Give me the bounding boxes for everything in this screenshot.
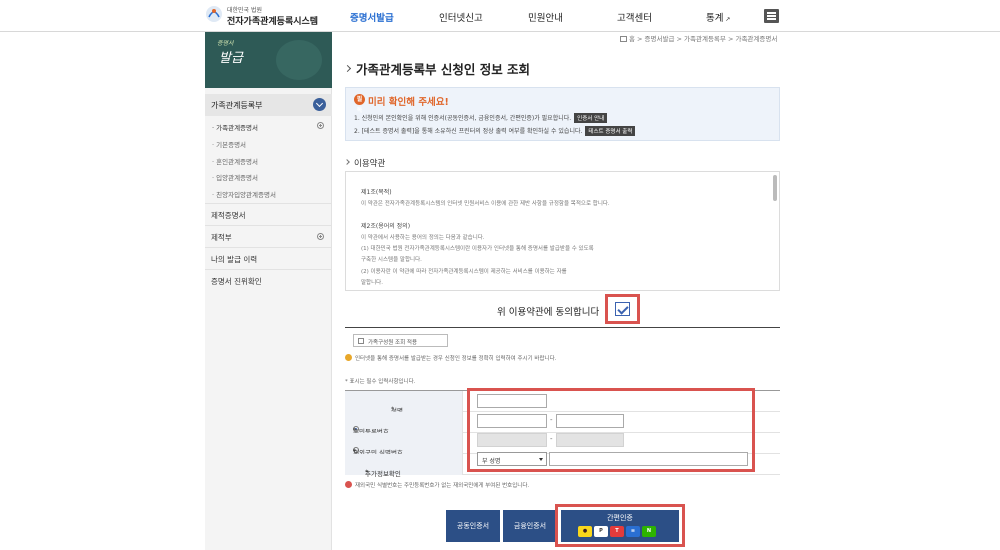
title-chevron-icon — [343, 64, 352, 73]
cert-guide-button[interactable]: 인증서 안내 — [574, 113, 608, 123]
global-nav: 증명서발급 인터넷신고 민원안내 고객센터 통계 ↗ — [330, 0, 780, 32]
foreign-note-text: 재외국민 식별번호는 주민등록번호가 없는 재외국민에게 부여된 번호입니다. — [355, 483, 530, 489]
plus-icon — [317, 233, 324, 240]
terms-paragraph: 이 약관은 전자가족관계등록시스템의 인터넷 민원서비스 이용에 관한 제반 사… — [361, 201, 610, 207]
page-title: 가족관계등록부 신청인 정보 조회 — [356, 62, 531, 77]
site-logo[interactable]: 대한민국 법원 전자가족관계등록시스템 — [205, 3, 325, 29]
agree-highlight — [605, 294, 640, 324]
breadcrumb-text: 홈 > 증명서발급 > 가족관계등록부 > 가족관계증명서 — [629, 35, 778, 43]
joint-cert-button[interactable]: 공동인증서 — [446, 510, 500, 542]
home-icon[interactable] — [620, 36, 627, 42]
notice-line-1-text: 1. 신청인의 본인확인을 위해 인증서(공동인증서, 금융인증서, 간편인증)… — [354, 115, 572, 122]
family-apply-toggle[interactable]: 가족구성원 조회 적용 — [353, 334, 448, 347]
court-emblem-icon — [206, 6, 222, 22]
terms-paragraph: 구축한 시스템을 말합니다. — [361, 257, 422, 263]
plus-icon[interactable] — [317, 122, 324, 129]
terms-section-title: 이용약관 — [345, 157, 385, 169]
sidebar-nav: 가족관계등록부 · 가족관계증명서 · 기본증명서 · 혼인관계증명서 · 입양… — [205, 88, 332, 550]
sidebar-item-label: 증명서 진위확인 — [211, 277, 262, 286]
agree-label: 위 이용약관에 동의합니다 — [497, 307, 600, 318]
sidebar-item-label: 제적부 — [211, 233, 232, 242]
sidebar-section-label: 가족관계등록부 — [211, 101, 263, 110]
terms-paragraph: (2) 이용자란 이 약관에 따라 전자가족관계등록시스템이 제공하는 서비스를… — [361, 269, 567, 275]
sidebar-sub-marriage-cert[interactable]: · 혼인관계증명서 — [212, 156, 258, 166]
sidebar-sub-adoption-cert[interactable]: · 입양관계증명서 — [212, 172, 258, 182]
terms-paragraph: (1) 대한민국 법원 전자가족관계등록시스템이란 이용자가 인터넷을 통해 증… — [361, 246, 594, 252]
form-highlight-frame — [467, 388, 755, 472]
info-note: 인터넷을 통해 증명서를 발급받는 경우 신청인 정보를 정확히 입력하여 주시… — [345, 354, 556, 362]
toggle-checkbox — [358, 338, 364, 344]
sidebar-item-verify[interactable]: 증명서 진위확인 — [205, 269, 332, 291]
simple-auth-highlight — [555, 504, 685, 547]
notice-line-2: 2. [테스트 증명서 출력]을 통해 소유하신 프린터의 정상 출력 여부를 … — [354, 126, 636, 136]
form-label-cell: 재외국민 식별번호 * — [345, 433, 463, 457]
form-label-cell: 성명 * — [345, 391, 463, 415]
notice-box: 필독 미리 확인해 주세요! 1. 신청인의 본인확인을 위해 인증서(공동인증… — [345, 87, 780, 141]
nav-online-report[interactable]: 인터넷신고 — [439, 10, 483, 24]
terms-scrollbar[interactable] — [773, 175, 777, 201]
logo-subtitle: 대한민국 법원 — [227, 7, 263, 14]
terms-paragraph: 말합니다. — [361, 280, 383, 286]
external-link-icon: ↗ — [723, 16, 731, 23]
banner-title: 발급 — [219, 51, 243, 66]
terms-heading-2: 제2조(용어의 정의) — [361, 223, 411, 230]
hamburger-menu-icon[interactable] — [764, 9, 779, 23]
terms-heading-1: 제1조(목적) — [361, 189, 392, 196]
sidebar-banner: 증명서 발급 — [205, 32, 332, 88]
nav-certificate[interactable]: 증명서발급 — [350, 10, 394, 24]
nav-statistics[interactable]: 통계 ↗ — [706, 10, 730, 24]
terms-scroll-box[interactable]: 제1조(목적) 이 약관은 전자가족관계등록시스템의 인터넷 민원서비스 이용에… — [345, 171, 780, 291]
banner-decoration — [276, 40, 322, 80]
test-print-button[interactable]: 테스트 증명서 출력 — [585, 126, 636, 136]
section-divider — [345, 327, 780, 328]
extra-label-text: 추가정보확인 — [365, 470, 401, 478]
notice-line-2-text: 2. [테스트 증명서 출력]을 통해 소유하신 프린터의 정상 출력 여부를 … — [354, 128, 583, 135]
sidebar-item-history[interactable]: 나의 발급 이력 — [205, 247, 332, 269]
sidebar-item-removal-cert[interactable]: 제적증명서 — [205, 203, 332, 225]
info-note-text: 인터넷을 통해 증명서를 발급받는 경우 신청인 정보를 정확히 입력하여 주시… — [355, 356, 557, 362]
alert-icon — [345, 481, 352, 488]
sidebar-section-family-register[interactable]: 가족관계등록부 — [205, 94, 332, 116]
required-note: * 표시는 필수 입력사항입니다. — [345, 379, 416, 385]
terms-paragraph: 이 약관에서 사용하는 용어의 정의는 다음과 같습니다. — [361, 235, 485, 241]
breadcrumb: 홈 > 증명서발급 > 가족관계등록부 > 가족관계증명서 — [620, 33, 777, 43]
banner-small-text: 증명서 — [217, 40, 234, 47]
sidebar-item-label: 나의 발급 이력 — [211, 255, 258, 264]
toggle-label: 가족구성원 조회 적용 — [368, 340, 418, 346]
required-star: * — [365, 468, 369, 476]
sidebar-sub-basic-cert[interactable]: · 기본증명서 — [212, 139, 246, 149]
financial-cert-button[interactable]: 금융인증서 — [503, 510, 557, 542]
notice-badge-icon: 필독 — [354, 94, 365, 114]
nav-statistics-label: 통계 — [706, 13, 724, 24]
notice-line-1: 1. 신청인의 본인확인을 위해 인증서(공동인증서, 금융인증서, 간편인증)… — [354, 113, 608, 123]
nav-customer-center[interactable]: 고객센터 — [617, 10, 652, 24]
sidebar-sub-family-cert[interactable]: · 가족관계증명서 — [212, 122, 258, 132]
chevron-down-icon — [313, 98, 326, 111]
nav-civil-guide[interactable]: 민원안내 — [528, 10, 563, 24]
agree-checkbox[interactable] — [615, 302, 630, 316]
question-icon — [345, 354, 352, 361]
logo-title: 전자가족관계등록시스템 — [227, 17, 319, 27]
sidebar-item-label: 제적증명서 — [211, 211, 246, 220]
form-label-cell: 추가정보확인 * — [345, 454, 463, 478]
sidebar-item-removal-register[interactable]: 제적부 — [205, 225, 332, 247]
top-header: 대한민국 법원 전자가족관계등록시스템 증명서발급 인터넷신고 민원안내 고객센… — [0, 0, 1000, 32]
notice-title: 미리 확인해 주세요! — [368, 97, 449, 108]
form-label-cell: 주민등록번호 * — [345, 412, 463, 436]
foreign-note: 재외국민 식별번호는 주민등록번호가 없는 재외국민에게 부여된 번호입니다. — [345, 481, 529, 489]
sidebar-sub-full-adoption-cert[interactable]: · 친양자입양관계증명서 — [212, 189, 276, 199]
